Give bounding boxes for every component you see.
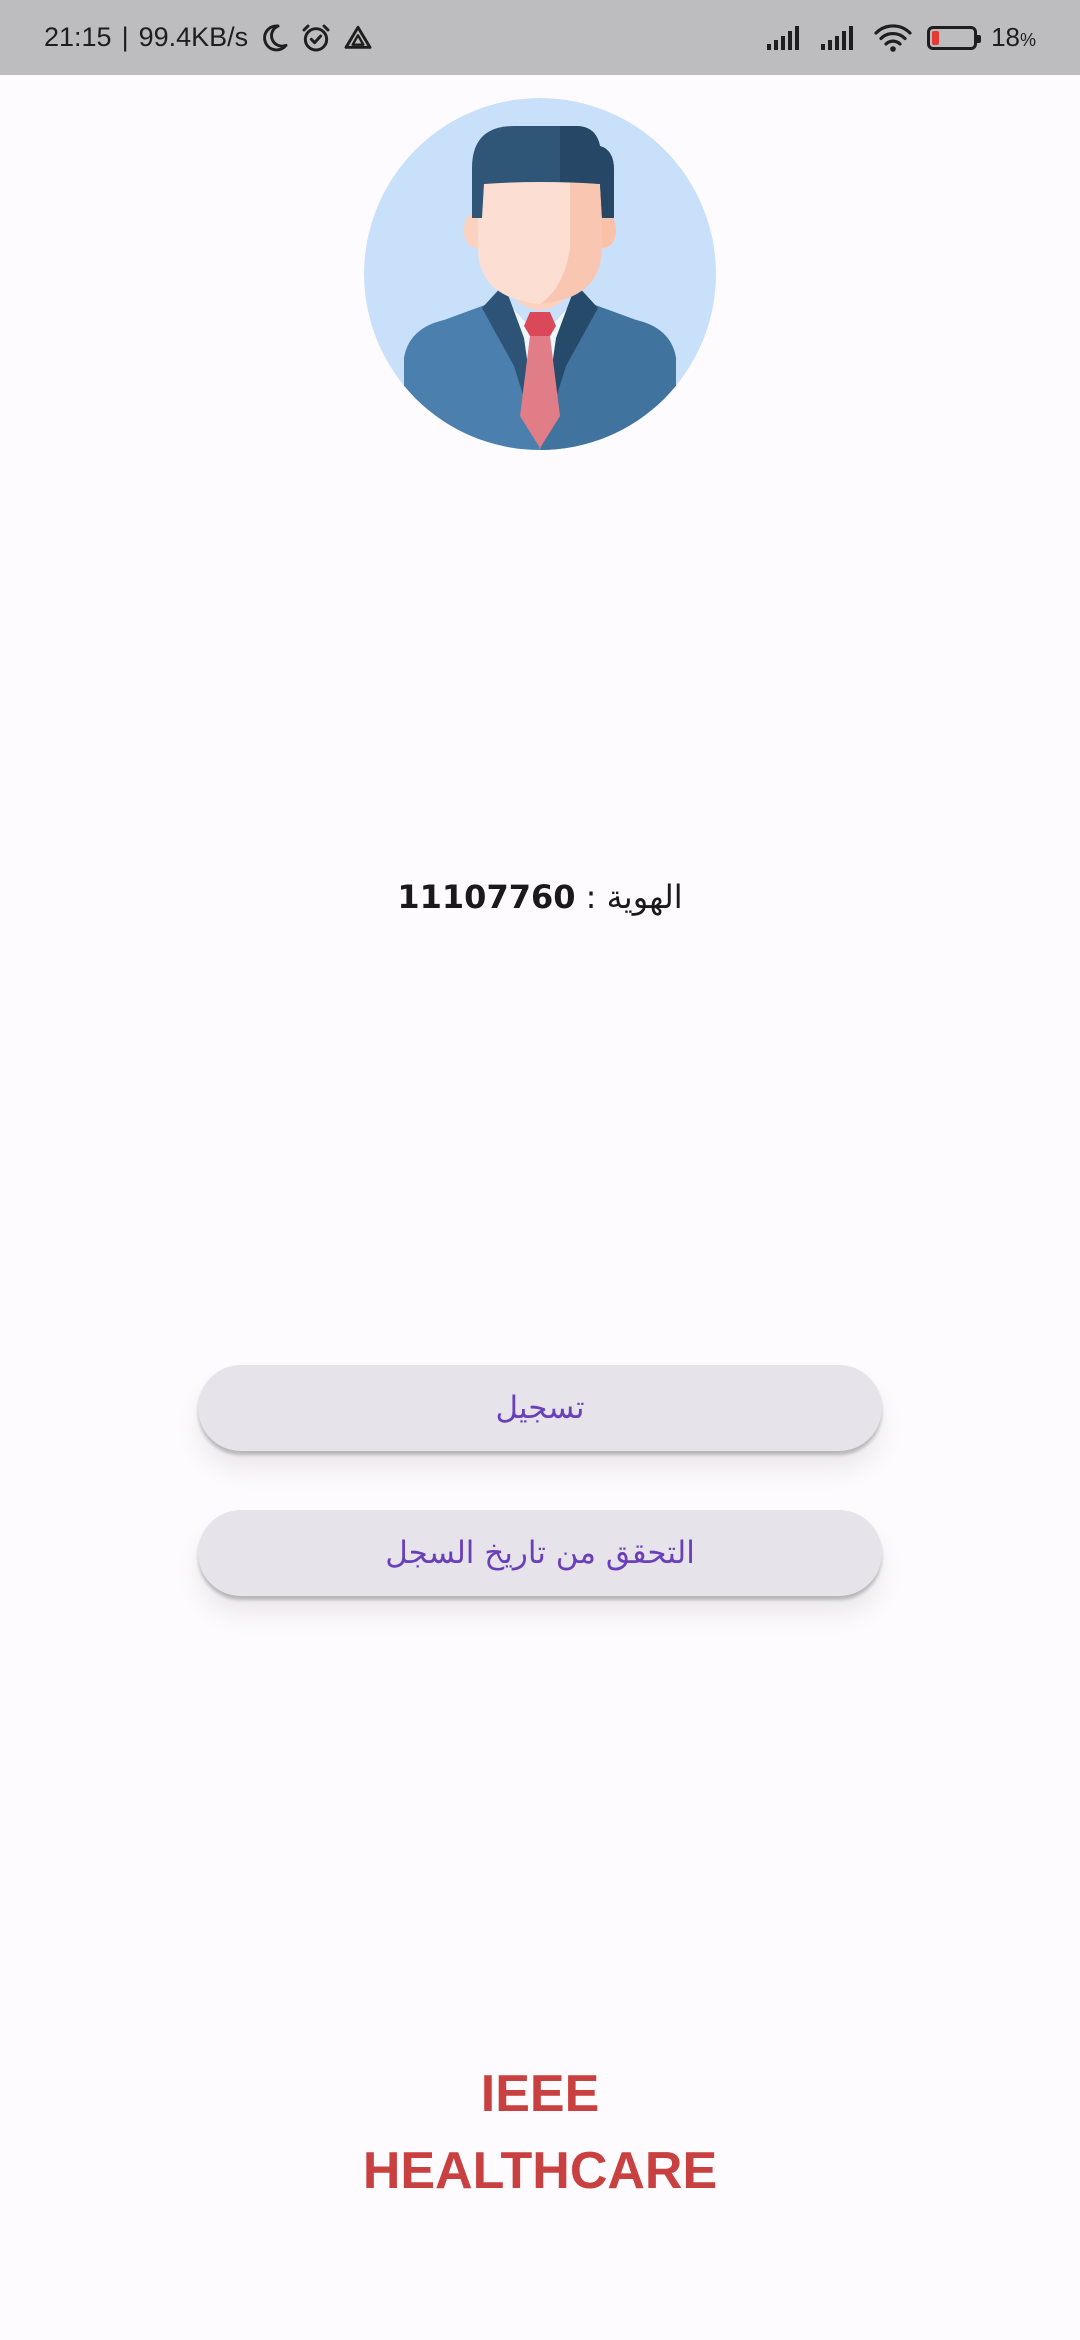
signal-icon: [765, 24, 805, 52]
battery-level: [932, 30, 940, 45]
id-value: 11107760: [397, 878, 576, 916]
patient-id: الهوية : 11107760: [0, 878, 1080, 916]
register-button[interactable]: تسجيل: [198, 1365, 882, 1451]
businessman-avatar-icon: [364, 98, 716, 450]
status-bar: 21:15 | 99.4KB/s 18%: [0, 0, 1080, 75]
battery-percent-value: 18: [991, 22, 1020, 52]
status-right: 18%: [765, 0, 1036, 75]
battery-percent: 18%: [991, 22, 1036, 53]
battery-icon: [927, 25, 982, 50]
register-button-label: تسجيل: [495, 1390, 585, 1426]
alarm-icon: [300, 22, 332, 54]
battery-percent-sign: %: [1019, 30, 1036, 50]
status-separator: |: [121, 22, 129, 52]
drive-icon: [342, 22, 374, 54]
wifi-icon: [873, 23, 913, 53]
status-time: 21:15: [44, 22, 112, 52]
signal-icon: [819, 24, 859, 52]
brand-logo-text: IEEE HEALTHCARE: [0, 2056, 1080, 2210]
network-speed: 99.4KB/s: [138, 22, 249, 52]
check-history-button-label: التحقق من تاريخ السجل: [385, 1535, 695, 1571]
id-label: الهوية :: [585, 878, 683, 916]
status-left: 21:15 | 99.4KB/s: [44, 0, 374, 75]
brand-line-1: IEEE: [480, 2065, 600, 2123]
brand-line-2: HEALTHCARE: [362, 2142, 718, 2200]
moon-icon: [258, 22, 290, 54]
check-history-button[interactable]: التحقق من تاريخ السجل: [198, 1510, 882, 1596]
